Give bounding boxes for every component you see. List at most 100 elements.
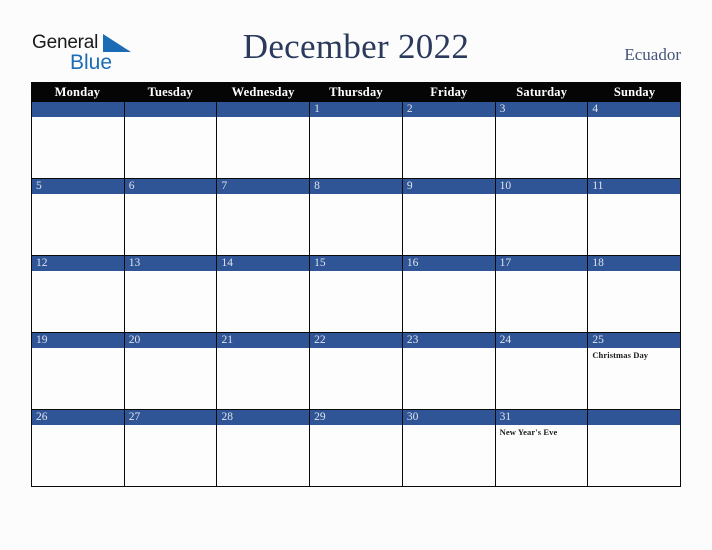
calendar-day-cell-24[interactable]: 24 xyxy=(495,333,589,409)
day-number-bar: 16 xyxy=(402,256,495,271)
day-number-bar: 5 xyxy=(32,179,124,194)
day-content xyxy=(32,271,124,332)
calendar-day-cell-20[interactable]: 20 xyxy=(124,333,218,409)
day-number: 31 xyxy=(499,411,512,423)
calendar-day-cell-4[interactable]: 4 xyxy=(588,102,682,178)
day-number-bar xyxy=(217,102,310,117)
calendar-day-cell-empty[interactable] xyxy=(588,410,682,486)
day-content xyxy=(310,117,402,178)
day-number-bar: 11 xyxy=(588,179,681,194)
weekday-header-saturday: Saturday xyxy=(516,85,568,99)
day-content xyxy=(403,348,495,409)
calendar-day-cell-13[interactable]: 13 xyxy=(124,256,218,332)
calendar-day-cell-19[interactable]: 19 xyxy=(32,333,125,409)
holiday-event-label: New Year's Eve xyxy=(499,427,558,437)
day-number: 4 xyxy=(592,103,599,115)
day-number: 2 xyxy=(406,103,413,115)
calendar-day-cell-30[interactable]: 30 xyxy=(402,410,496,486)
day-content xyxy=(310,271,402,332)
day-number: 14 xyxy=(221,257,233,269)
calendar-day-cell-1[interactable]: 1 xyxy=(310,102,403,178)
day-number: 22 xyxy=(314,334,326,346)
day-content xyxy=(403,271,495,332)
calendar-day-cell-26[interactable]: 26 xyxy=(32,410,125,486)
day-number-bar: 17 xyxy=(495,256,588,271)
day-content xyxy=(32,117,124,178)
calendar-day-cell-8[interactable]: 8 xyxy=(310,179,403,255)
calendar-day-cell-27[interactable]: 27 xyxy=(124,410,218,486)
calendar-day-cell-6[interactable]: 6 xyxy=(124,179,218,255)
day-number-bar: 23 xyxy=(402,333,495,348)
day-content xyxy=(125,117,217,178)
calendar-day-cell-7[interactable]: 7 xyxy=(217,179,311,255)
calendar-day-cell-empty[interactable] xyxy=(217,102,311,178)
calendar-day-cell-empty[interactable] xyxy=(124,102,218,178)
day-content xyxy=(32,194,124,255)
day-number-bar xyxy=(124,102,217,117)
day-number-bar: 19 xyxy=(32,333,124,348)
day-content xyxy=(403,194,495,255)
page-header: General Blue December 2022 Ecuador xyxy=(0,0,712,82)
day-number-bar: 14 xyxy=(217,256,310,271)
day-number: 12 xyxy=(36,257,48,269)
calendar-day-cell-28[interactable]: 28 xyxy=(217,410,311,486)
day-number-bar: 3 xyxy=(495,102,588,117)
calendar-day-cell-15[interactable]: 15 xyxy=(310,256,403,332)
day-content xyxy=(403,425,495,486)
calendar-day-cell-11[interactable]: 11 xyxy=(588,179,682,255)
day-number-bar: 1 xyxy=(310,102,402,117)
day-content: New Year's Eve xyxy=(496,425,588,486)
day-number: 10 xyxy=(499,180,512,192)
calendar-day-cell-3[interactable]: 3 xyxy=(495,102,589,178)
calendar-week-row: 26 27 28 29 30 31 New Year's Eve xyxy=(31,410,682,487)
day-number: 27 xyxy=(128,411,141,423)
calendar-day-cell-25[interactable]: 25 Christmas Day xyxy=(588,333,682,409)
day-content xyxy=(496,117,588,178)
weekday-header-row: Monday Tuesday Wednesday Thursday Friday Satu… xyxy=(31,82,681,102)
day-number-bar: 28 xyxy=(217,410,310,425)
calendar-day-cell-21[interactable]: 21 xyxy=(217,333,311,409)
day-number-bar: 26 xyxy=(32,410,124,425)
weekday-header-wednesday: Wednesday xyxy=(231,85,295,99)
calendar-day-cell-9[interactable]: 9 xyxy=(402,179,496,255)
day-content xyxy=(217,271,309,332)
calendar-day-cell-14[interactable]: 14 xyxy=(217,256,311,332)
day-content xyxy=(217,425,309,486)
calendar-weeks: 1 2 3 4 5 6 7 8 9 10 11 12 13 14 15 16 17 18 19 20 21 22 23 24 2… xyxy=(31,102,682,487)
weekday-header-friday: Friday xyxy=(430,85,468,99)
day-content xyxy=(588,194,680,255)
day-number: 18 xyxy=(592,257,604,269)
day-number: 13 xyxy=(128,257,141,269)
day-number-bar xyxy=(588,410,681,425)
day-number-bar: 18 xyxy=(588,256,681,271)
calendar-day-cell-17[interactable]: 17 xyxy=(495,256,589,332)
calendar-day-cell-18[interactable]: 18 xyxy=(588,256,682,332)
calendar-day-cell-empty[interactable] xyxy=(32,102,125,178)
calendar-day-cell-12[interactable]: 12 xyxy=(32,256,125,332)
calendar-day-cell-29[interactable]: 29 xyxy=(310,410,403,486)
calendar-week-row: 19 20 21 22 23 24 25 Christmas Day xyxy=(31,333,682,410)
day-number-bar: 4 xyxy=(588,102,681,117)
day-number-bar: 13 xyxy=(124,256,217,271)
day-content xyxy=(496,194,588,255)
day-number: 30 xyxy=(406,411,419,423)
calendar-day-cell-31[interactable]: 31 New Year's Eve xyxy=(495,410,589,486)
day-number: 8 xyxy=(314,180,320,192)
day-content xyxy=(125,194,217,255)
day-number: 1 xyxy=(314,103,320,115)
calendar-day-cell-16[interactable]: 16 xyxy=(402,256,496,332)
day-content xyxy=(217,117,309,178)
calendar-week-row: 1 2 3 4 xyxy=(31,102,682,179)
calendar-day-cell-2[interactable]: 2 xyxy=(402,102,496,178)
calendar-day-cell-5[interactable]: 5 xyxy=(32,179,125,255)
day-number: 5 xyxy=(36,180,42,192)
day-number: 23 xyxy=(406,334,419,346)
calendar-day-cell-10[interactable]: 10 xyxy=(495,179,589,255)
calendar-day-cell-23[interactable]: 23 xyxy=(402,333,496,409)
day-number: 6 xyxy=(128,180,135,192)
day-number-bar: 30 xyxy=(402,410,495,425)
day-content xyxy=(403,117,495,178)
day-content xyxy=(496,348,588,409)
day-content xyxy=(32,348,124,409)
calendar-day-cell-22[interactable]: 22 xyxy=(310,333,403,409)
